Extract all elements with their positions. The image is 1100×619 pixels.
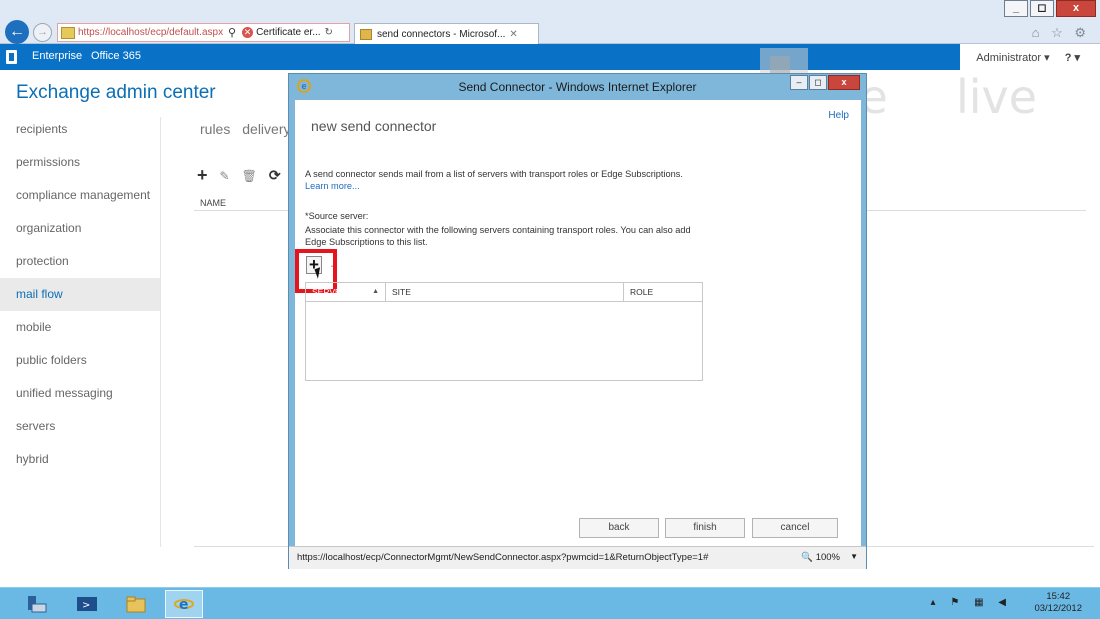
browser-toolbar-icons[interactable]: ⌂ ☆ ⚙ — [1032, 25, 1090, 41]
column-header-role[interactable]: ROLE — [624, 283, 702, 301]
restore-button[interactable]: ◻ — [1030, 0, 1054, 17]
source-server-label: *Source server: — [305, 211, 369, 221]
forward-arrow-icon[interactable]: → — [33, 23, 52, 42]
page-title: Exchange admin center — [16, 82, 216, 103]
finish-button[interactable]: finish — [665, 518, 745, 538]
delete-icon[interactable]: 🗑 — [242, 169, 257, 183]
file-explorer-icon[interactable] — [117, 590, 155, 618]
nav-divider — [160, 117, 161, 547]
refresh-icon[interactable]: ⟳ — [269, 167, 281, 184]
nav-item-public-folders[interactable]: public folders — [0, 344, 160, 377]
server-manager-icon[interactable] — [18, 590, 56, 618]
send-connector-window: e Send Connector - Windows Internet Expl… — [288, 73, 867, 569]
site-icon — [61, 26, 75, 39]
nav-item-mobile[interactable]: mobile — [0, 311, 160, 344]
svg-text:e: e — [179, 597, 189, 613]
zoom-level[interactable]: 🔍 100% — [801, 552, 840, 563]
tab-close-icon[interactable]: ✕ — [509, 29, 517, 40]
taskbar-clock[interactable]: 15:42 03/12/2012 — [1034, 591, 1082, 615]
window-controls: _ ◻ x — [1002, 0, 1096, 17]
tab-title: send connectors - Microsof... — [377, 28, 506, 40]
nav-item-recipients[interactable]: recipients — [0, 113, 160, 146]
nav-item-protection[interactable]: protection — [0, 245, 160, 278]
cancel-button[interactable]: cancel — [752, 518, 838, 538]
watermark-word: live — [956, 70, 1038, 124]
tab-favicon-icon — [360, 28, 372, 40]
address-url[interactable]: https://localhost/ecp/default.aspx — [78, 27, 226, 38]
office-logo-icon — [6, 50, 17, 64]
source-server-description: Associate this connector with the follow… — [305, 225, 691, 247]
popup-minimize-button[interactable]: – — [790, 75, 808, 90]
enterprise-link[interactable]: Enterprise — [32, 50, 82, 62]
tab-rules[interactable]: rules — [200, 121, 230, 137]
help-link[interactable]: Help — [828, 110, 849, 121]
connector-description: A send connector sends mail from a list … — [305, 169, 683, 179]
clock-time: 15:42 — [1046, 591, 1071, 602]
nav-item-compliance-management[interactable]: compliance management — [0, 179, 160, 212]
close-button[interactable]: x — [1056, 0, 1096, 17]
server-column-label: SERVER — [312, 287, 347, 297]
list-toolbar: + ✎ 🗑 ⟳ — [197, 165, 293, 186]
left-nav: recipients permissions compliance manageme… — [0, 113, 160, 476]
zoom-value[interactable]: 100% — [816, 552, 840, 563]
nav-item-mail-flow[interactable]: mail flow — [0, 278, 160, 311]
nav-item-servers[interactable]: servers — [0, 410, 160, 443]
browser-chrome: _ ◻ x ← → https://localhost/ecp/default.… — [0, 0, 1100, 44]
popup-window-controls: – ◻ x — [789, 75, 860, 90]
minimize-button[interactable]: _ — [1004, 0, 1028, 17]
back-arrow-icon[interactable]: ← — [5, 20, 29, 44]
grid-header: SERVER ▲ SITE ROLE — [306, 283, 702, 302]
edit-icon[interactable]: ✎ — [220, 169, 230, 183]
internet-explorer-icon[interactable]: e — [165, 590, 203, 618]
browser-tab[interactable]: send connectors - Microsof... ✕ — [354, 23, 539, 44]
nav-item-permissions[interactable]: permissions — [0, 146, 160, 179]
popup-title: Send Connector - Windows Internet Explor… — [458, 80, 697, 94]
refresh-icon[interactable]: ↻ — [325, 27, 333, 38]
popup-close-button[interactable]: x — [828, 75, 860, 90]
taskbar: > e ▴ ⚑ ▦ ◀ 15:42 03/12/2012 — [0, 587, 1100, 619]
zoom-dropdown-icon[interactable]: ▼ — [850, 552, 858, 561]
learn-more-link[interactable]: Learn more... — [305, 181, 360, 191]
source-server-grid: SERVER ▲ SITE ROLE — [305, 282, 703, 381]
subtabs: rules delivery — [200, 121, 299, 137]
column-header-site[interactable]: SITE — [386, 283, 624, 301]
popup-status-bar: https://localhost/ecp/ConnectorMgmt/NewS… — [289, 546, 866, 569]
add-icon[interactable]: + — [197, 165, 208, 186]
nav-item-organization[interactable]: organization — [0, 212, 160, 245]
clock-date: 03/12/2012 — [1034, 603, 1082, 614]
address-bar[interactable]: https://localhost/ecp/default.aspx ⚲ ✕ C… — [57, 23, 350, 42]
svg-text:>: > — [82, 600, 90, 611]
column-header-server[interactable]: SERVER ▲ — [306, 283, 386, 301]
help-menu[interactable]: ? ▾ — [1065, 52, 1080, 64]
back-button[interactable]: back — [579, 518, 659, 538]
office365-link[interactable]: Office 365 — [91, 50, 141, 62]
popup-titlebar[interactable]: e Send Connector - Windows Internet Expl… — [289, 74, 866, 100]
nav-item-hybrid[interactable]: hybrid — [0, 443, 160, 476]
popup-maximize-button[interactable]: ◻ — [809, 75, 827, 90]
tab-delivery[interactable]: delivery — [242, 121, 290, 137]
search-icon[interactable]: ⚲ — [228, 26, 236, 39]
system-tray-icons[interactable]: ▴ ⚑ ▦ ◀ — [931, 597, 1012, 608]
nav-item-unified-messaging[interactable]: unified messaging — [0, 377, 160, 410]
status-url: https://localhost/ecp/ConnectorMgmt/NewS… — [297, 552, 709, 563]
wizard-buttons: back finish cancel — [579, 518, 838, 538]
header-divider — [866, 210, 1086, 211]
powershell-icon[interactable]: > — [68, 590, 106, 618]
wizard-heading: new send connector — [311, 118, 437, 134]
header-divider — [194, 210, 294, 211]
certificate-error-label[interactable]: Certificate er... — [256, 27, 320, 38]
certificate-error-icon[interactable]: ✕ — [242, 27, 254, 38]
name-column-header[interactable]: NAME — [200, 198, 226, 208]
sort-arrow-icon: ▲ — [372, 288, 379, 295]
popup-content: Help new send connector A send connector… — [295, 100, 861, 546]
